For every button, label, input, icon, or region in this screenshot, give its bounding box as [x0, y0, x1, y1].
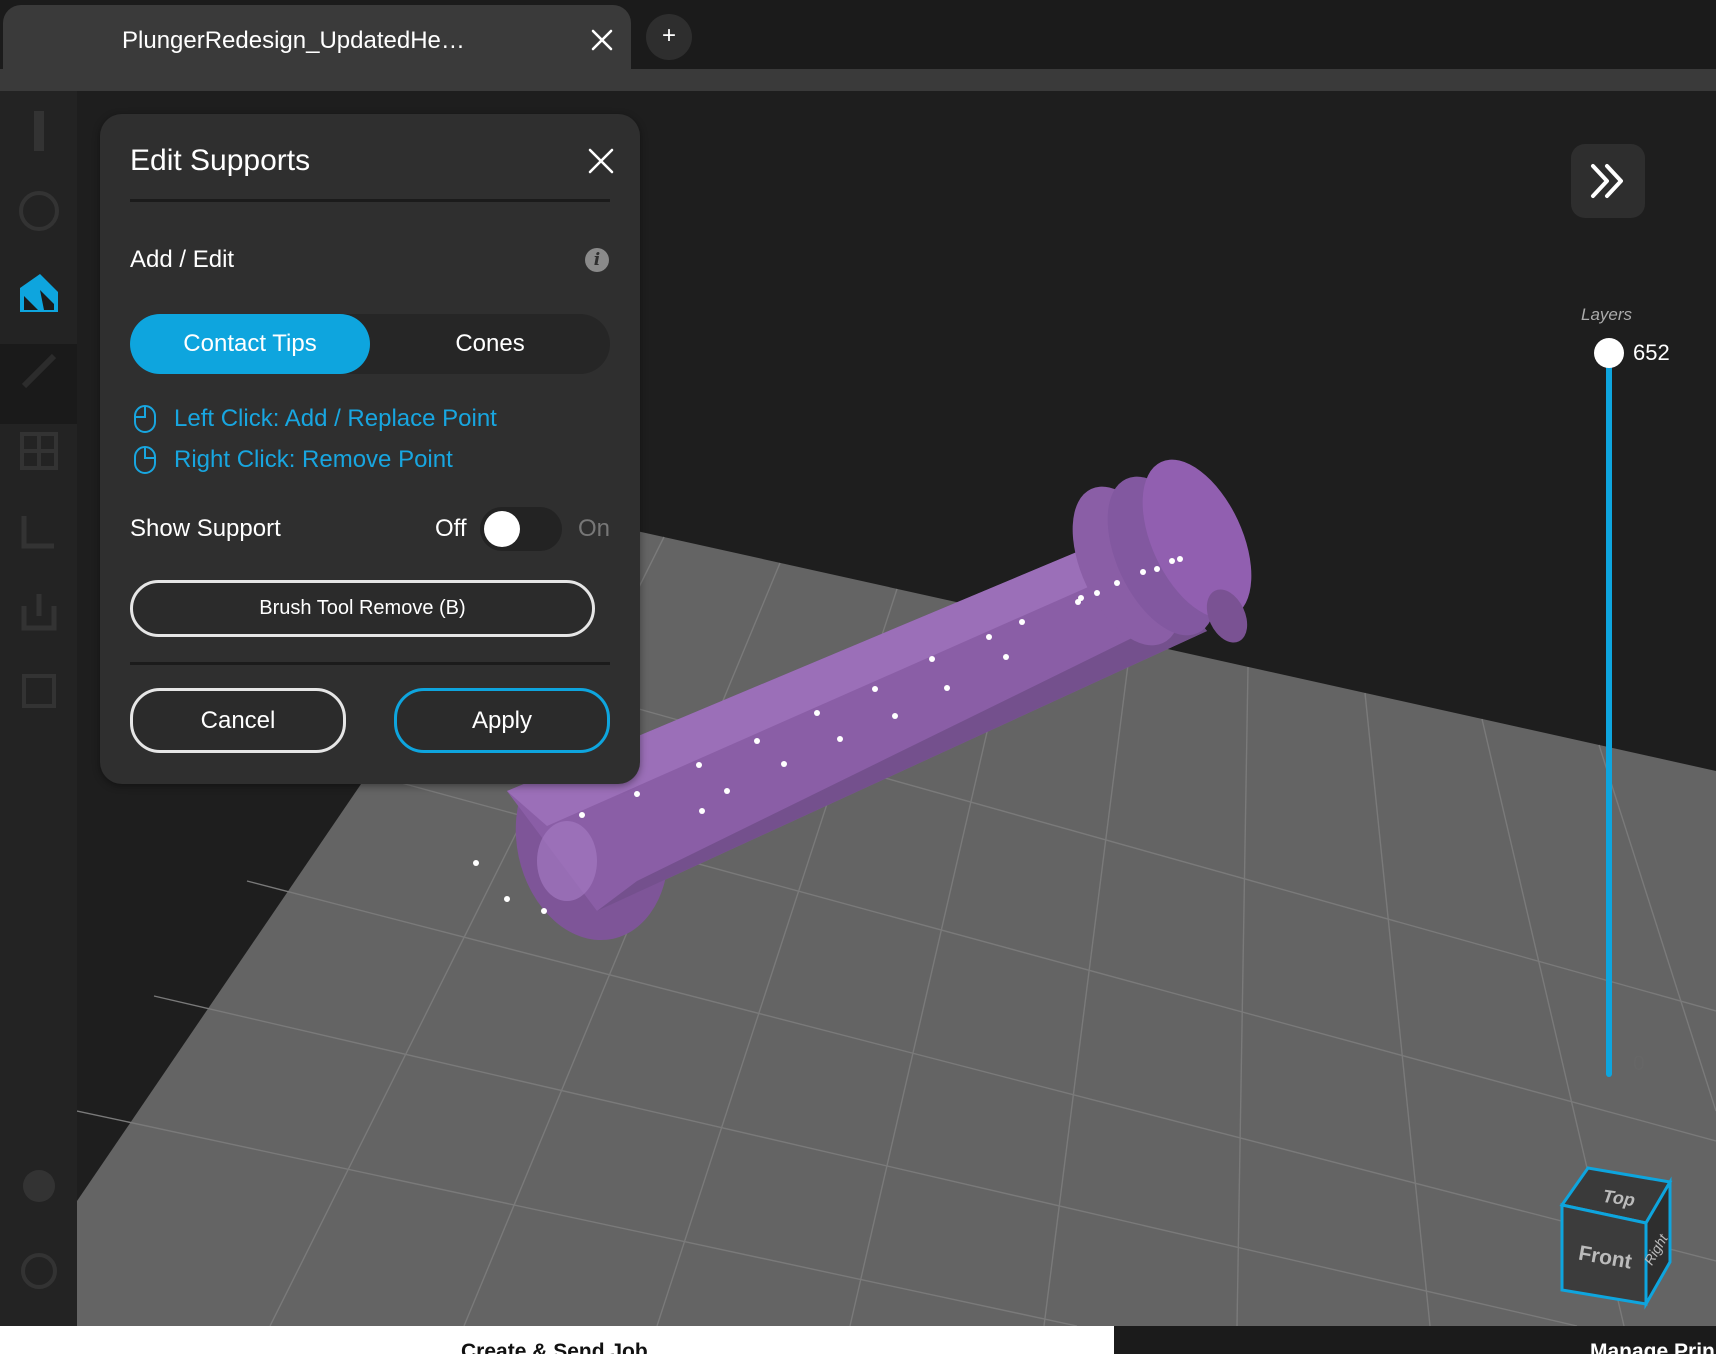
- left-toolbar: [0, 91, 77, 1326]
- left-click-hint: Left Click: Add / Replace Point: [130, 404, 497, 434]
- expand-sidebar-button[interactable]: [1571, 144, 1645, 218]
- cones-button[interactable]: Cones: [370, 314, 610, 374]
- create-send-job-button[interactable]: Create & Send Job: [0, 1326, 1114, 1354]
- layer-slider-track[interactable]: [1606, 352, 1612, 1077]
- account-icon[interactable]: [14, 1246, 64, 1296]
- tool-icon[interactable]: [14, 106, 64, 156]
- contact-tips-button[interactable]: Contact Tips: [130, 314, 370, 374]
- create-send-job-label: Create & Send Job: [461, 1340, 648, 1354]
- manage-printers-label: Manage Prin: [1590, 1340, 1715, 1354]
- support-mode-toggle: Contact Tips Cones: [130, 314, 610, 374]
- layout-icon[interactable]: [14, 426, 64, 476]
- new-tab-button[interactable]: +: [646, 14, 692, 60]
- right-click-hint: Right Click: Remove Point: [130, 445, 453, 475]
- edit-icon[interactable]: [14, 346, 64, 396]
- view-cube[interactable]: Top Front Right: [1552, 1160, 1682, 1310]
- tab-title: PlungerRedesign_UpdatedHe…: [122, 27, 465, 54]
- cancel-button[interactable]: Cancel: [130, 688, 346, 753]
- info-icon[interactable]: i: [585, 248, 609, 272]
- help-icon[interactable]: [14, 1161, 64, 1211]
- brush-tool-remove-button[interactable]: Brush Tool Remove (B): [130, 580, 595, 637]
- settings-icon[interactable]: [14, 666, 64, 716]
- manage-printers-button[interactable]: Manage Prin: [1114, 1326, 1716, 1354]
- double-chevron-right-icon: [1591, 164, 1623, 198]
- document-tab[interactable]: PlungerRedesign_UpdatedHe…: [3, 5, 631, 69]
- show-support-toggle[interactable]: [480, 507, 562, 551]
- divider: [130, 199, 610, 202]
- layers-label: Layers: [1581, 305, 1633, 324]
- show-support-label: Show Support: [130, 515, 281, 542]
- panel-title: Edit Supports: [130, 144, 311, 177]
- tab-strip: [0, 69, 1716, 91]
- close-icon[interactable]: [584, 144, 618, 178]
- layer-top-value: 652: [1633, 340, 1670, 365]
- orient-icon[interactable]: [14, 186, 64, 236]
- layer-bottom-value: 0: [1633, 1052, 1645, 1075]
- export-icon[interactable]: [14, 586, 64, 636]
- toggle-knob: [484, 511, 520, 547]
- right-click-hint-text: Right Click: Remove Point: [174, 446, 453, 473]
- layer-slider-handle[interactable]: [1594, 338, 1624, 368]
- toggle-off-label: Off: [435, 515, 467, 542]
- toggle-on-label: On: [578, 515, 611, 542]
- tab-bar: PlungerRedesign_UpdatedHe… +: [0, 0, 1716, 69]
- divider: [130, 662, 610, 665]
- support-tool-icon[interactable]: [14, 266, 64, 316]
- edit-supports-panel: Edit Supports Add / Edit i Contact Tips …: [100, 114, 640, 784]
- mouse-left-icon: [134, 405, 156, 433]
- left-click-hint-text: Left Click: Add / Replace Point: [174, 405, 497, 432]
- apply-button[interactable]: Apply: [394, 688, 610, 753]
- mouse-right-icon: [134, 446, 156, 474]
- section-label: Add / Edit: [130, 246, 235, 273]
- measure-icon[interactable]: [14, 506, 64, 556]
- close-icon[interactable]: [587, 25, 617, 55]
